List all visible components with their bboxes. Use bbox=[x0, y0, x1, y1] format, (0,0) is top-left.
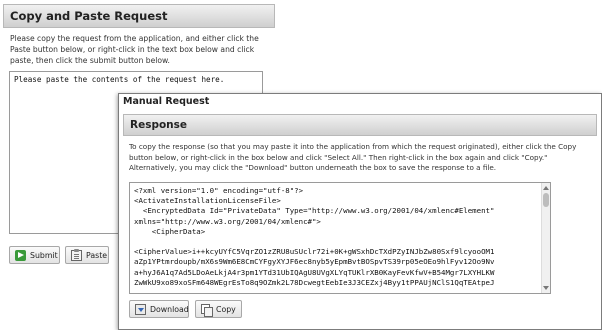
response-line: <ActivateInstallationLicenseFile> bbox=[134, 196, 281, 206]
response-line: <?xml version="1.0" encoding="utf-8"?> bbox=[134, 186, 304, 195]
response-line: a+hyJ6A1q7Ad5LDoAeLkjA4r3pm1YTd31UbIQAgU… bbox=[134, 267, 495, 277]
dialog-title: Manual Request bbox=[123, 96, 210, 107]
manual-request-dialog: Manual Request Response To copy the resp… bbox=[118, 93, 602, 330]
response-line bbox=[134, 237, 540, 247]
response-line: <EncryptedData Id="PrivateData" Type="ht… bbox=[134, 206, 495, 216]
response-description: To copy the response (so that you may pa… bbox=[129, 142, 577, 172]
download-icon bbox=[135, 303, 146, 315]
response-scrollbar[interactable] bbox=[541, 183, 550, 293]
copy-icon bbox=[201, 303, 213, 317]
response-line: <CipherValue>i++kcyUYfC5VqrZO1zZRU8uSUcl… bbox=[134, 247, 495, 257]
copy-paste-header: Copy and Paste Request bbox=[3, 4, 275, 28]
scroll-thumb[interactable] bbox=[543, 193, 549, 207]
response-header: Response bbox=[123, 114, 597, 136]
download-button-label: Download bbox=[150, 304, 189, 314]
copy-paste-description: Please copy the request from the applica… bbox=[10, 34, 259, 65]
copy-button-label: Copy bbox=[216, 304, 236, 314]
response-line: aZp1YPtmrdoupb/mX6s9Wm6E8CmCYFgyXYJF6ec8… bbox=[134, 257, 495, 267]
submit-button[interactable]: Submit bbox=[9, 246, 60, 264]
paste-button[interactable]: Paste bbox=[65, 246, 109, 264]
submit-arrow-icon bbox=[15, 249, 26, 261]
paste-button-label: Paste bbox=[86, 250, 108, 260]
copy-button[interactable]: Copy bbox=[195, 300, 242, 318]
response-line: xmlns="http://www.w3.org/2001/04/xmlenc#… bbox=[134, 216, 321, 226]
response-line: <CipherData> bbox=[134, 226, 206, 236]
response-textbox[interactable]: <?xml version="1.0" encoding="utf-8"?> <A… bbox=[129, 182, 551, 294]
response-text[interactable]: <?xml version="1.0" encoding="utf-8"?> <A… bbox=[134, 186, 540, 288]
download-button[interactable]: Download bbox=[129, 300, 189, 318]
response-line: ZwWkU9xo89xoSFm648WEgrEsTo8q9OZmk2L78Dcw… bbox=[134, 277, 495, 287]
scroll-down-arrow-icon[interactable] bbox=[543, 286, 549, 290]
submit-button-label: Submit bbox=[30, 250, 58, 260]
clipboard-icon bbox=[71, 248, 82, 261]
scroll-up-arrow-icon[interactable] bbox=[543, 186, 549, 190]
